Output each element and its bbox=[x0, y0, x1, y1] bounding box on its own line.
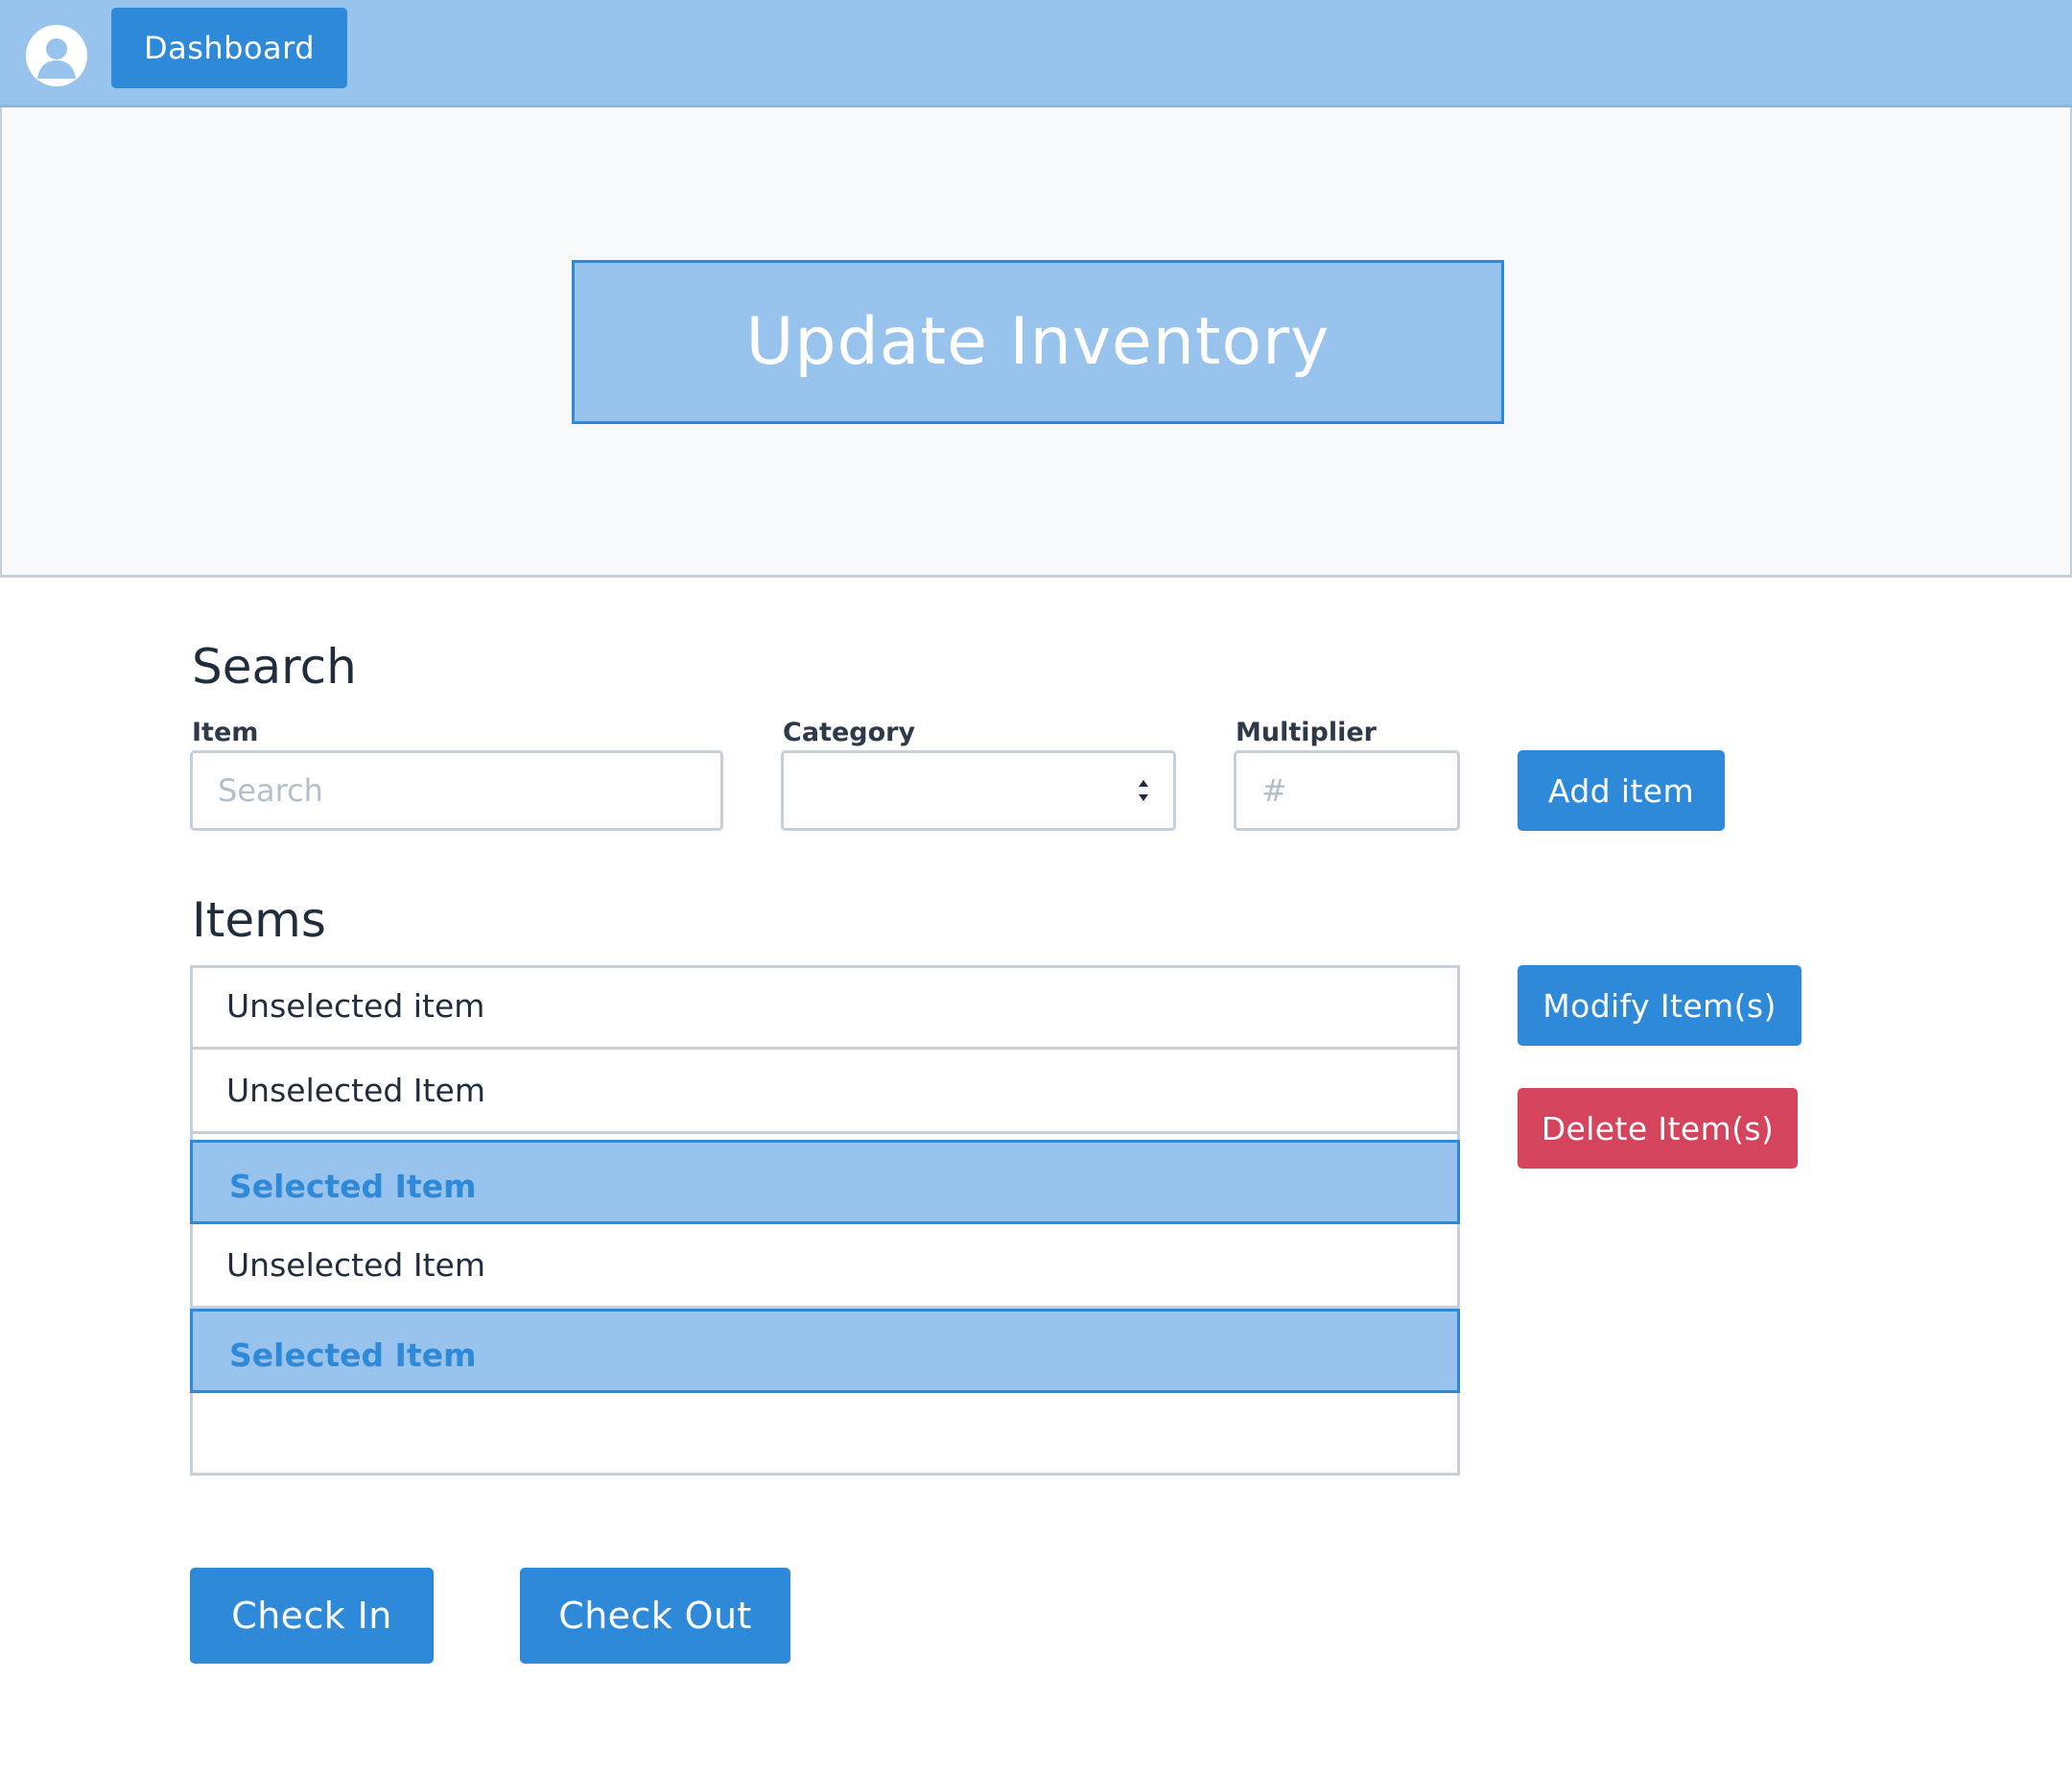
multiplier-field-label: Multiplier bbox=[1236, 718, 1377, 747]
add-item-button[interactable]: Add item bbox=[1518, 750, 1725, 831]
check-out-button[interactable]: Check Out bbox=[520, 1568, 790, 1664]
search-heading: Search bbox=[192, 639, 357, 695]
list-item-selected[interactable]: Selected Item bbox=[190, 1140, 1460, 1224]
user-silhouette-icon bbox=[26, 25, 87, 86]
category-select[interactable] bbox=[781, 750, 1176, 831]
user-avatar-icon[interactable] bbox=[26, 25, 87, 86]
top-navbar: Dashboard bbox=[0, 0, 2072, 107]
list-item-label: Selected Item bbox=[229, 1336, 477, 1374]
list-item-label: Unselected Item bbox=[226, 1246, 485, 1284]
select-arrows-icon bbox=[1139, 780, 1148, 801]
item-field-label: Item bbox=[192, 718, 259, 747]
modify-items-button[interactable]: Modify Item(s) bbox=[1518, 965, 1801, 1046]
category-field-label: Category bbox=[783, 718, 916, 747]
item-search-input[interactable] bbox=[190, 750, 723, 831]
items-list[interactable]: Unselected item Unselected Item Selected… bbox=[190, 965, 1460, 1476]
list-item-label: Unselected Item bbox=[226, 1072, 485, 1109]
list-item-label: Unselected item bbox=[226, 987, 485, 1025]
hero-banner: Update Inventory bbox=[0, 107, 2072, 578]
page-title: Update Inventory bbox=[745, 304, 1330, 380]
check-in-button[interactable]: Check In bbox=[190, 1568, 434, 1664]
delete-items-button[interactable]: Delete Item(s) bbox=[1518, 1088, 1798, 1169]
list-item[interactable]: Unselected Item bbox=[190, 1050, 1460, 1134]
dashboard-button[interactable]: Dashboard bbox=[111, 8, 347, 88]
list-item[interactable]: Unselected item bbox=[190, 965, 1460, 1050]
page-title-box: Update Inventory bbox=[572, 260, 1504, 424]
list-item-selected[interactable]: Selected Item bbox=[190, 1309, 1460, 1393]
list-item-label: Selected Item bbox=[229, 1167, 477, 1205]
multiplier-input[interactable] bbox=[1234, 750, 1460, 831]
items-heading: Items bbox=[192, 892, 326, 948]
list-item[interactable]: Unselected Item bbox=[190, 1224, 1460, 1309]
